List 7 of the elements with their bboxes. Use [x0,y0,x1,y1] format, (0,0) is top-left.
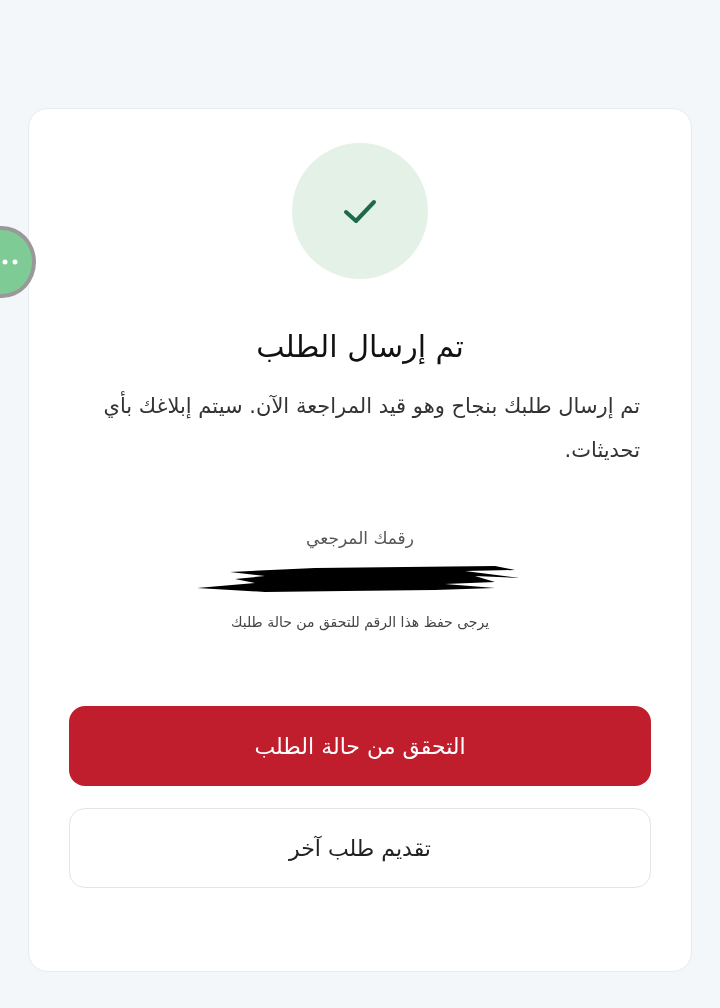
reference-note: يرجى حفظ هذا الرقم للتحقق من حالة طلبك [230,614,490,630]
title: تم إرسال الطلب [256,329,464,364]
reference-label: رقمك المرجعي [306,528,414,548]
message: تم إرسال طلبك بنجاح وهو قيد المراجعة الآن. سيتم إبلاغك بأي تحديثات. [80,384,640,472]
check-status-button[interactable]: التحقق من حالة الطلب [69,706,651,786]
new-request-button[interactable]: تقديم طلب آخر [69,808,651,888]
more-icon [2,259,18,265]
